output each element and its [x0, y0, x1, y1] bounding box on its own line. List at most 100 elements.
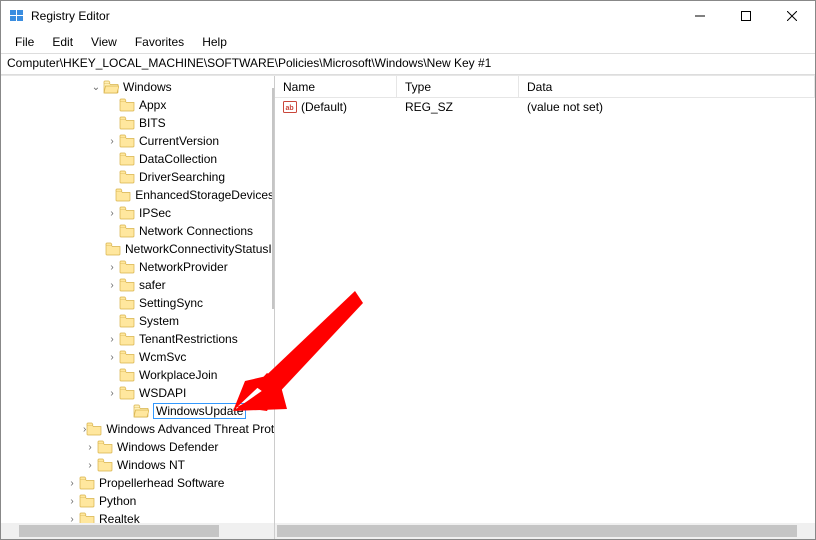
- tree-horizontal-scrollbar[interactable]: [1, 523, 274, 539]
- menubar: File Edit View Favorites Help: [1, 31, 815, 53]
- tree-item[interactable]: BITS: [1, 114, 274, 132]
- tree-item[interactable]: WorkplaceJoin: [1, 366, 274, 384]
- tree-item-label: CurrentVersion: [139, 134, 219, 148]
- tree-item[interactable]: Network Connections: [1, 222, 274, 240]
- value-row[interactable]: ab (Default) REG_SZ (value not set): [275, 98, 815, 116]
- chevron-right-icon[interactable]: ›: [83, 442, 97, 453]
- tree-item-label: System: [139, 314, 179, 328]
- tree-item-editing[interactable]: WindowsUpdate: [1, 402, 274, 420]
- menu-favorites[interactable]: Favorites: [127, 33, 192, 51]
- window-controls: [677, 1, 815, 31]
- svg-text:ab: ab: [286, 105, 294, 112]
- tree-pane: ⌄ Windows AppxBITS › CurrentVersion DataColle…: [1, 76, 275, 539]
- chevron-right-icon[interactable]: ›: [105, 334, 119, 345]
- tree-item-label: SettingSync: [139, 296, 203, 310]
- tree-item[interactable]: › IPSec: [1, 204, 274, 222]
- chevron-right-icon[interactable]: ›: [65, 514, 79, 524]
- tree-item-label: DriverSearching: [139, 170, 225, 184]
- tree-item[interactable]: System: [1, 312, 274, 330]
- registry-editor-window: Registry Editor File Edit View Favorites…: [0, 0, 816, 540]
- folder-icon: [86, 422, 102, 436]
- folder-icon: [119, 368, 135, 382]
- tree-item[interactable]: ›WSDAPI: [1, 384, 274, 402]
- folder-icon: [119, 314, 135, 328]
- chevron-right-icon[interactable]: ›: [105, 280, 119, 291]
- tree-item-label: TenantRestrictions: [139, 332, 238, 346]
- menu-file[interactable]: File: [7, 33, 42, 51]
- tree-item-label: Windows Defender: [117, 440, 218, 454]
- folder-icon: [97, 458, 113, 472]
- rename-input[interactable]: WindowsUpdate: [153, 403, 246, 419]
- value-type: REG_SZ: [397, 100, 519, 114]
- tree-item[interactable]: › CurrentVersion: [1, 132, 274, 150]
- folder-icon: [119, 332, 135, 346]
- tree-item[interactable]: ›WcmSvc: [1, 348, 274, 366]
- folder-icon: [119, 206, 135, 220]
- folder-icon: [119, 350, 135, 364]
- maximize-button[interactable]: [723, 1, 769, 31]
- folder-icon: [79, 494, 95, 508]
- tree-item[interactable]: › NetworkProvider: [1, 258, 274, 276]
- list-horizontal-scrollbar[interactable]: [275, 523, 815, 539]
- tree-item[interactable]: Appx: [1, 96, 274, 114]
- tree-item[interactable]: ›Python: [1, 492, 274, 510]
- folder-icon: [119, 116, 135, 130]
- list-body[interactable]: ab (Default) REG_SZ (value not set): [275, 98, 815, 539]
- folder-icon: [119, 386, 135, 400]
- string-value-icon: ab: [283, 100, 297, 114]
- address-bar[interactable]: Computer\HKEY_LOCAL_MACHINE\SOFTWARE\Pol…: [1, 53, 815, 75]
- scrollbar-thumb[interactable]: [19, 525, 219, 537]
- chevron-right-icon[interactable]: ›: [105, 208, 119, 219]
- tree-item[interactable]: DataCollection: [1, 150, 274, 168]
- list-header: Name Type Data: [275, 76, 815, 98]
- tree-item-label: Windows: [123, 80, 172, 94]
- minimize-button[interactable]: [677, 1, 723, 31]
- column-header-name[interactable]: Name: [275, 76, 397, 97]
- window-title: Registry Editor: [31, 9, 677, 23]
- tree-item-label: WorkplaceJoin: [139, 368, 217, 382]
- tree-item[interactable]: ›Propellerhead Software: [1, 474, 274, 492]
- tree-item-label: Windows Advanced Threat Protection: [106, 422, 274, 436]
- tree-scroll[interactable]: ⌄ Windows AppxBITS › CurrentVersion DataColle…: [1, 76, 274, 523]
- tree-item[interactable]: NetworkConnectivityStatusIndicator: [1, 240, 274, 258]
- tree-item[interactable]: › TenantRestrictions: [1, 330, 274, 348]
- chevron-right-icon[interactable]: ›: [105, 136, 119, 147]
- chevron-right-icon[interactable]: ›: [83, 460, 97, 471]
- column-header-type[interactable]: Type: [397, 76, 519, 97]
- folder-icon: [119, 170, 135, 184]
- menu-edit[interactable]: Edit: [44, 33, 81, 51]
- menu-help[interactable]: Help: [194, 33, 235, 51]
- chevron-right-icon[interactable]: ›: [65, 478, 79, 489]
- tree-item[interactable]: › Windows NT: [1, 456, 274, 474]
- tree-item[interactable]: ›safer: [1, 276, 274, 294]
- folder-icon: [119, 152, 135, 166]
- tree-item[interactable]: ›Windows Advanced Threat Protection: [1, 420, 274, 438]
- chevron-right-icon[interactable]: ›: [65, 496, 79, 507]
- folder-icon: [105, 242, 121, 256]
- tree-item[interactable]: SettingSync: [1, 294, 274, 312]
- tree-item[interactable]: DriverSearching: [1, 168, 274, 186]
- values-pane: Name Type Data ab (Default) REG_SZ (valu…: [275, 76, 815, 539]
- value-data: (value not set): [519, 100, 815, 114]
- vertical-scrollbar[interactable]: [272, 88, 274, 309]
- column-header-data[interactable]: Data: [519, 76, 815, 97]
- tree-item[interactable]: ›Realtek: [1, 510, 274, 523]
- tree-item[interactable]: EnhancedStorageDevices: [1, 186, 274, 204]
- tree-item[interactable]: › Windows Defender: [1, 438, 274, 456]
- app-icon: [9, 8, 25, 24]
- chevron-right-icon[interactable]: ›: [105, 352, 119, 363]
- chevron-right-icon[interactable]: ›: [105, 262, 119, 273]
- tree-item-label: NetworkProvider: [139, 260, 228, 274]
- chevron-down-icon[interactable]: ⌄: [89, 82, 103, 93]
- folder-icon: [133, 404, 149, 418]
- tree-item-label: Windows NT: [117, 458, 185, 472]
- chevron-right-icon[interactable]: ›: [105, 388, 119, 399]
- tree-item[interactable]: ⌄ Windows: [1, 78, 274, 96]
- tree-item-label: NetworkConnectivityStatusIndicator: [125, 242, 274, 256]
- close-button[interactable]: [769, 1, 815, 31]
- tree-item-label: Network Connections: [139, 224, 253, 238]
- menu-view[interactable]: View: [83, 33, 125, 51]
- tree-item-label: IPSec: [139, 206, 171, 220]
- scrollbar-thumb[interactable]: [277, 525, 797, 537]
- value-name: (Default): [301, 100, 347, 114]
